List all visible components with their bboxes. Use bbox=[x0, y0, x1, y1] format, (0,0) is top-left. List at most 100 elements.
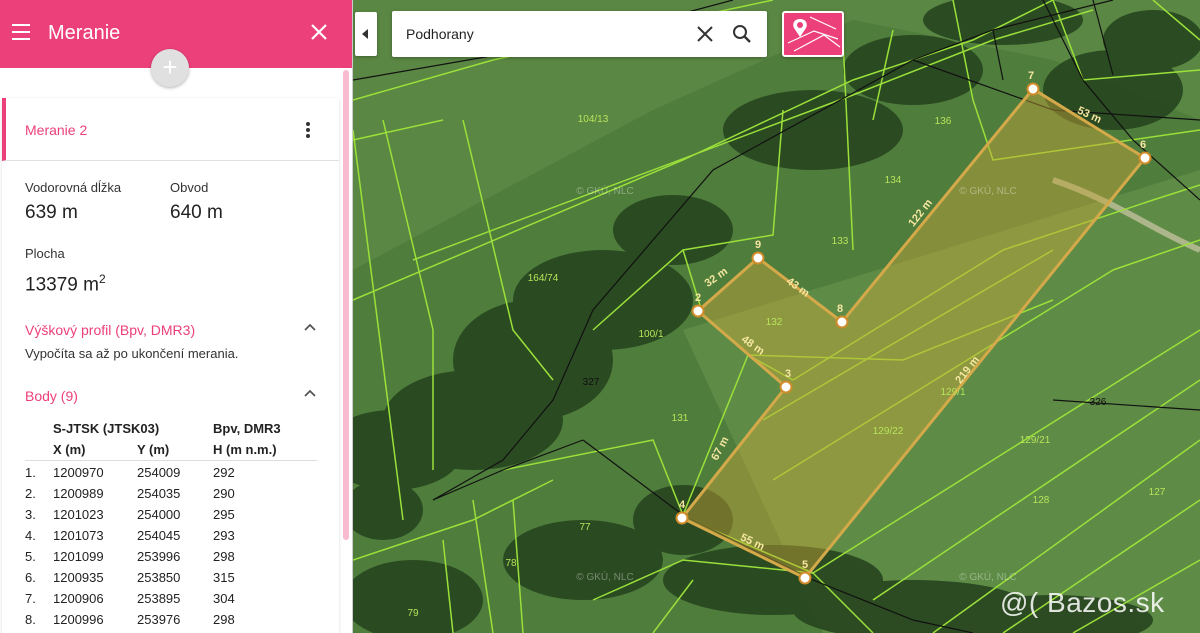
cell-h: 293 bbox=[213, 528, 235, 543]
cell-h: 298 bbox=[213, 612, 235, 627]
col-h-header: H (m n.m.) bbox=[213, 442, 277, 457]
table-row: 4. 1201073 254045 293 bbox=[25, 528, 317, 549]
cell-n: 2. bbox=[25, 486, 36, 501]
cell-x: 1200935 bbox=[53, 570, 104, 585]
cell-h: 315 bbox=[213, 570, 235, 585]
cell-x: 1200989 bbox=[53, 486, 104, 501]
parcel-number: 133 bbox=[832, 236, 849, 247]
parcel-number: 127 bbox=[1149, 487, 1166, 498]
parcel-number: 79 bbox=[407, 608, 419, 619]
add-measurement-button[interactable]: + bbox=[151, 49, 189, 87]
vertex-handle[interactable] bbox=[1138, 151, 1152, 165]
cell-h: 298 bbox=[213, 549, 235, 564]
vertex-handle[interactable] bbox=[751, 251, 765, 265]
parcel-number: 327 bbox=[583, 377, 600, 388]
cell-h: 304 bbox=[213, 591, 235, 606]
more-vert-icon[interactable] bbox=[306, 122, 312, 140]
vertex-handle[interactable] bbox=[691, 304, 705, 318]
table-row: 3. 1201023 254000 295 bbox=[25, 507, 317, 528]
chevron-up-icon[interactable] bbox=[304, 322, 316, 332]
measurement-card-header[interactable]: Meranie 2 bbox=[2, 98, 339, 161]
parcel-number: 128 bbox=[1033, 495, 1050, 506]
perimeter-value: 640 m bbox=[170, 202, 223, 223]
vertex-label: 4 bbox=[679, 499, 686, 511]
vertex-handle[interactable] bbox=[675, 511, 689, 525]
cell-n: 7. bbox=[25, 591, 36, 606]
table-row: 7. 1200906 253895 304 bbox=[25, 591, 317, 612]
vertex-label: 8 bbox=[837, 303, 843, 315]
cadastre-map-icon bbox=[787, 16, 841, 52]
map-canvas[interactable]: 32 m 43 m48 m67 m55 m219 m53 m122 m 23456… bbox=[353, 0, 1200, 633]
col-y-header: Y (m) bbox=[137, 442, 170, 457]
vertex-handle[interactable] bbox=[835, 315, 849, 329]
points-title[interactable]: Body (9) bbox=[25, 388, 78, 404]
copyright-label: © GKÚ, NLC bbox=[576, 570, 633, 583]
cell-y: 254000 bbox=[137, 507, 181, 522]
cell-h: 295 bbox=[213, 507, 235, 522]
table-row: 1. 1200970 254009 292 bbox=[25, 465, 317, 486]
vertex-handle[interactable] bbox=[1026, 82, 1040, 96]
parcel-number: 78 bbox=[505, 558, 517, 569]
cell-x: 1200996 bbox=[53, 612, 104, 627]
collapse-panel-button[interactable] bbox=[355, 12, 377, 56]
elevation-profile-note: Vypočíta sa až po ukončení merania. bbox=[25, 346, 239, 361]
parcel-number: 134 bbox=[885, 175, 902, 186]
clear-search-icon[interactable] bbox=[696, 25, 714, 43]
table-row: 2. 1200989 254035 290 bbox=[25, 486, 317, 507]
map-view[interactable]: 32 m 43 m 48 m 67 m 55 m 219 m 53 m 122 m 23456… bbox=[353, 0, 1200, 633]
vertex-label: 6 bbox=[1140, 139, 1146, 151]
measurement-name: Meranie 2 bbox=[25, 122, 88, 138]
cell-x: 1201023 bbox=[53, 507, 104, 522]
cell-n: 6. bbox=[25, 570, 36, 585]
table-divider bbox=[25, 460, 317, 461]
parcel-number: 164/74 bbox=[528, 273, 559, 284]
panel-scrollbar[interactable] bbox=[343, 70, 349, 540]
cell-x: 1201073 bbox=[53, 528, 104, 543]
vertex-handle[interactable] bbox=[779, 380, 793, 394]
panel-title: Meranie bbox=[48, 22, 121, 44]
vertex-label: 2 bbox=[695, 292, 701, 304]
cell-y: 254009 bbox=[137, 465, 181, 480]
cell-y: 254035 bbox=[137, 486, 181, 501]
vertex-label: 9 bbox=[755, 239, 761, 251]
parcel-number: 136 bbox=[935, 116, 952, 127]
vertex-label: 7 bbox=[1028, 70, 1034, 82]
vertex-handle[interactable] bbox=[798, 571, 812, 585]
copyright-label: © GKÚ, NLC bbox=[576, 184, 633, 197]
cell-y: 253976 bbox=[137, 612, 181, 627]
vertex-label: 3 bbox=[785, 368, 791, 380]
cadastre-layer-button[interactable] bbox=[782, 11, 844, 57]
measurement-card: Meranie 2 Vodorovná dĺžka 639 m Obvod 64… bbox=[2, 98, 339, 633]
measurement-panel: Meranie + Meranie 2 Vodorovná dĺžka 639 … bbox=[0, 0, 353, 633]
search-input[interactable] bbox=[406, 23, 686, 45]
cell-x: 1200970 bbox=[53, 465, 104, 480]
parcel-number: 132 bbox=[766, 317, 783, 328]
height-crs-header: Bpv, DMR3 bbox=[213, 421, 281, 436]
parcel-number: 129/21 bbox=[1020, 435, 1051, 446]
parcel-number: 129/1 bbox=[940, 387, 965, 398]
table-row: 8. 1200996 253976 298 bbox=[25, 612, 317, 633]
cell-h: 290 bbox=[213, 486, 235, 501]
crs-header: S-JTSK (JTSK03) bbox=[53, 421, 160, 436]
parcel-number: 131 bbox=[672, 413, 689, 424]
parcel-number: 100/1 bbox=[638, 329, 663, 340]
area-number: 13379 m bbox=[25, 274, 99, 296]
cell-n: 1. bbox=[25, 465, 36, 480]
close-icon[interactable] bbox=[309, 22, 329, 42]
elevation-profile-title[interactable]: Výškový profil (Bpv, DMR3) bbox=[25, 322, 195, 338]
hamburger-menu-icon[interactable] bbox=[12, 24, 30, 40]
parcel-number: 104/13 bbox=[578, 114, 609, 125]
vertex-label: 5 bbox=[802, 559, 808, 571]
chevron-up-icon[interactable] bbox=[304, 388, 316, 398]
cell-y: 253895 bbox=[137, 591, 181, 606]
col-x-header: X (m) bbox=[53, 442, 86, 457]
cell-y: 254045 bbox=[137, 528, 181, 543]
cell-x: 1200906 bbox=[53, 591, 104, 606]
search-icon[interactable] bbox=[732, 24, 752, 44]
search-box[interactable] bbox=[392, 11, 767, 57]
parcel-number: 77 bbox=[579, 522, 591, 533]
cell-n: 8. bbox=[25, 612, 36, 627]
table-row: 6. 1200935 253850 315 bbox=[25, 570, 317, 591]
perimeter-label: Obvod bbox=[170, 180, 209, 195]
cell-n: 4. bbox=[25, 528, 36, 543]
